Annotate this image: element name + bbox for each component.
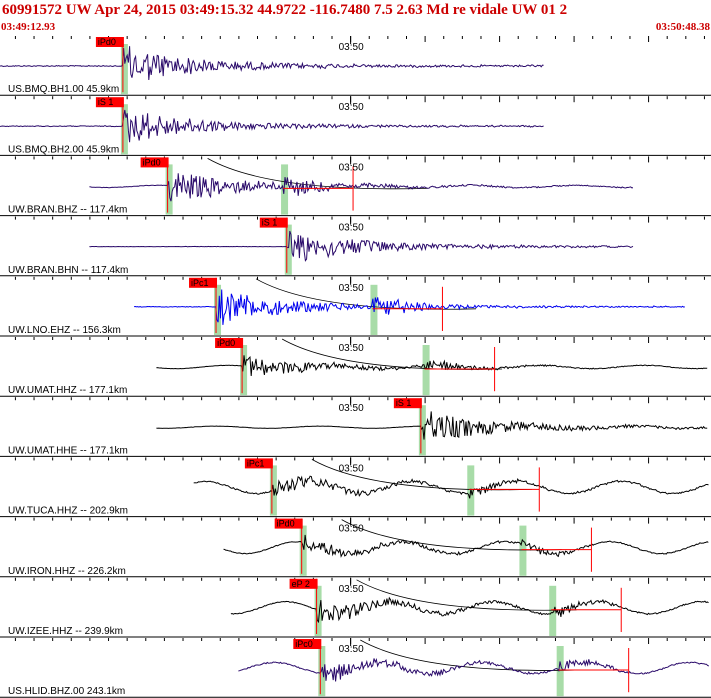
pick-label: iPc0: [295, 639, 313, 649]
waveform-trace: [156, 411, 708, 440]
station-label: UW.BRAN.BHZ -- 117.4km: [8, 205, 127, 216]
tick-label: 03:50: [339, 102, 364, 113]
start-time-label: 03:49:12.93: [1, 21, 56, 33]
pick-label: eP 2: [292, 579, 310, 589]
pick-label: iPd0: [217, 338, 235, 348]
station-label: UW.TUCA.HHZ -- 202.9km: [8, 506, 128, 517]
secondary-window-bar: [422, 345, 430, 396]
tick-label: 03:50: [339, 403, 364, 414]
pick-window-bar: [120, 44, 128, 95]
station-label: US.BMQ.BH2.00 45.9km: [8, 144, 119, 155]
moveout-curve: [341, 519, 562, 551]
pick-label: iPd0: [277, 519, 295, 529]
tick-label: 03:50: [339, 223, 364, 234]
station-label: US.BMQ.BH1.00 45.9km: [8, 84, 119, 95]
station-label: UW.UMAT.HHE -- 177.1km: [8, 445, 128, 456]
tick-label: 03:50: [339, 644, 364, 655]
waveform-trace: [230, 596, 709, 624]
station-label: UW.IZEE.HHZ -- 239.9km: [8, 626, 123, 637]
tick-label: 03:50: [339, 343, 364, 354]
waveform-trace: [156, 355, 708, 377]
secondary-window-bar: [519, 525, 527, 576]
secondary-window-bar: [556, 646, 564, 697]
pick-label: iS 1: [396, 398, 412, 408]
moveout-curve: [356, 579, 577, 611]
station-label: UW.LNO.EHZ -- 156.3km: [8, 325, 121, 336]
tick-label: 03:50: [339, 463, 364, 474]
event-title: 60991572 UW Apr 24, 2015 03:49:15.32 44.…: [2, 2, 568, 18]
pick-label: iPd0: [98, 37, 116, 47]
station-label: UW.UMAT.HHZ -- 177.1km: [8, 385, 127, 396]
pick-window-bar: [314, 585, 322, 636]
waveform-trace: [223, 534, 709, 558]
secondary-window-bar: [549, 585, 557, 636]
pick-window-bar: [299, 525, 307, 576]
moveout-curve: [255, 278, 477, 310]
waveform-trace: [0, 109, 544, 143]
pick-label: iS 1: [262, 218, 278, 228]
tick-label: 03:50: [339, 162, 364, 173]
station-label: US.HLID.BHZ.00 243.1km: [8, 686, 125, 697]
waveform-trace: [0, 46, 544, 81]
tick-label: 03:50: [339, 283, 364, 294]
station-label: UW.IRON.HHZ -- 226.2km: [8, 566, 126, 577]
record-section-plot: iPd0 03:50 US.BMQ.BH1.00 45.9km iS 1 03:50 US…: [0, 36, 711, 698]
tick-label: 03:50: [339, 584, 364, 595]
moveout-curve: [360, 639, 581, 671]
pick-label: iPc1: [191, 278, 209, 288]
pick-label: iPd0: [143, 157, 161, 167]
tick-label: 03:50: [339, 42, 364, 53]
tick-label: 03:50: [339, 524, 364, 535]
station-label: UW.BRAN.BHN -- 117.4km: [8, 265, 128, 276]
pick-window-bar: [240, 345, 248, 396]
end-time-label: 03:50:48.38: [655, 21, 710, 33]
waveform-trace: [238, 658, 709, 682]
waveform-trace: [89, 230, 634, 262]
moveout-curve: [207, 158, 428, 190]
pick-window-bar: [284, 224, 292, 275]
pick-label: iPc1: [247, 458, 265, 468]
pick-label: iS 1: [98, 97, 114, 107]
